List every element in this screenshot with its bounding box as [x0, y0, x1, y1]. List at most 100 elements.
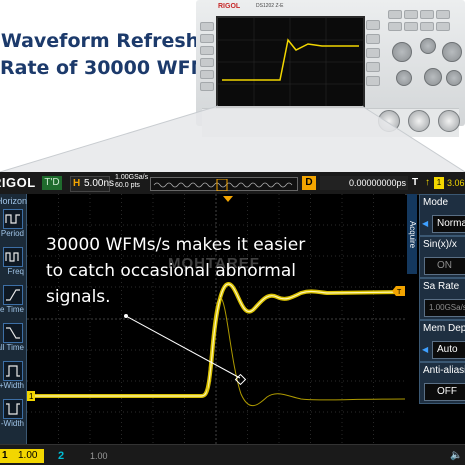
menu-item-value: Auto [432, 341, 465, 359]
speaker-icon[interactable]: 🔈 [450, 450, 462, 461]
measure-item-fall-time[interactable]: Fall Time [0, 320, 26, 358]
ch2-number: 2 [58, 450, 65, 462]
menu-item-anti-aliasing[interactable]: Anti-aliasing OFF [419, 362, 465, 404]
instrument-button [420, 22, 434, 31]
period-icon [3, 209, 23, 229]
status-bar: RIGOL T'D H 5.00ns 1.00GSa/s 60.0 pts D … [0, 172, 465, 195]
measure-item-label: Freq [7, 267, 24, 276]
measure-item-label: +Width [0, 381, 24, 390]
ch1-level-marker-label: 1 [29, 392, 34, 401]
brand-logo: RIGOL [0, 175, 36, 190]
sample-rate: 1.00GSa/s [115, 174, 149, 181]
instrument-knob [396, 70, 412, 86]
measure-item-label: Period [0, 229, 24, 238]
measure-item-label: -Width [0, 419, 24, 428]
measure-item-freq[interactable]: Freq [0, 244, 26, 282]
timebase-value: 5.00ns [84, 178, 115, 189]
trigger-level[interactable]: 3.06 V [447, 176, 465, 190]
measure-item-label: Rise Time [0, 305, 24, 314]
measure-item-positive-width[interactable]: +Width [0, 358, 26, 396]
instrument-button [404, 22, 418, 31]
bnc-connector [438, 110, 460, 132]
negative-width-icon [3, 399, 23, 419]
memory-position-strip[interactable] [150, 177, 298, 192]
acquire-menu-tab[interactable]: Acquire [407, 194, 417, 274]
oscilloscope-screen: RIGOL T'D H 5.00ns 1.00GSa/s 60.0 pts D … [0, 172, 465, 465]
timebase-label: H [73, 178, 81, 189]
menu-item-value: Normal [432, 215, 465, 233]
bnc-connector [408, 110, 430, 132]
delay-label: D [302, 176, 316, 190]
menu-item-label: Mode [423, 197, 449, 208]
feature-caption: 30000 WFMs/s makes it easier to catch oc… [46, 235, 306, 307]
menu-item-memory-depth[interactable]: Mem Depth ◀ Auto [419, 320, 465, 362]
delay-value[interactable]: 0.00000000ps [320, 176, 408, 190]
measure-menu: Horizontal Period Freq Rise Time Fall Ti… [0, 194, 37, 444]
instrument-softkey [200, 22, 214, 31]
ch1-number: 1 [2, 450, 8, 461]
select-arrow-icon: ◀ [422, 219, 429, 228]
menu-item-label: Mem Depth [423, 323, 465, 334]
instrument-knob [446, 70, 462, 86]
instrument-button [420, 10, 434, 19]
menu-item-mode[interactable]: Mode ◀ Normal [419, 194, 465, 236]
menu-item-sample-rate[interactable]: Sa Rate 1.00GSa/s [419, 278, 465, 320]
acquire-menu: Acquire Mode ◀ Normal Sin(x)/x ON Sa Rat… [407, 194, 465, 444]
headline-line-2: Rate of 30000 WFMs/s [0, 57, 240, 79]
instrument-menu-key [366, 20, 380, 30]
trigger-level-marker-label: T [397, 289, 402, 296]
acquire-menu-tab-label: Acquire [408, 220, 418, 249]
ch2-scale: 1.00 V [90, 451, 108, 461]
instrument-knob [420, 38, 436, 54]
fall-time-icon [3, 323, 23, 343]
menu-item-label: Sa Rate [423, 281, 460, 292]
acquisition-info: 1.00GSa/s 60.0 pts [115, 174, 148, 190]
headline-line-1: Waveform Refresh [0, 30, 200, 52]
instrument-button [388, 10, 402, 19]
instrument-button [436, 22, 450, 31]
rise-time-icon [3, 285, 23, 305]
instrument-knob [392, 42, 412, 62]
memory-points: 60.0 pts [115, 182, 140, 189]
instrument-softkey [200, 70, 214, 79]
instrument-menu-key [366, 34, 380, 44]
instrument-softkey [200, 46, 214, 55]
select-arrow-icon: ◀ [422, 345, 429, 354]
channel-bar: 1 1.00 V 2 1.00 V 🔈 [0, 444, 465, 465]
menu-item-value: 1.00GSa/s [424, 299, 465, 317]
oscilloscope-photo: RIGOL DS1202 Z-E [196, 0, 465, 137]
ch1-scale-box[interactable]: 1 1.00 V [0, 449, 44, 465]
run-status-badge[interactable]: T'D [42, 176, 62, 190]
menu-item-label: Anti-aliasing [423, 365, 465, 376]
rising-edge-icon: ↑ [425, 177, 430, 188]
trigger-channel: 1 [434, 177, 444, 189]
instrument-menu-key [366, 48, 380, 58]
memory-waveform-icon [153, 178, 293, 192]
instrument-menu-key [366, 76, 380, 86]
trigger-label: T [412, 177, 419, 188]
instrument-softkey [200, 58, 214, 67]
frequency-icon [3, 247, 23, 267]
menu-item-value: ON [424, 257, 465, 275]
instrument-button [388, 22, 402, 31]
instrument-button [404, 10, 418, 19]
ch1-scale: 1.00 V [18, 450, 38, 465]
menu-item-value: OFF [424, 383, 465, 401]
timebase-box[interactable]: H 5.00ns [70, 176, 114, 192]
positive-width-icon [3, 361, 23, 381]
instrument-knob [442, 42, 462, 62]
ch2-scale-box[interactable]: 2 1.00 V [56, 449, 112, 463]
instrument-button [436, 10, 450, 19]
measure-item-label: Fall Time [0, 343, 24, 352]
menu-item-sinx[interactable]: Sin(x)/x ON [419, 236, 465, 278]
measure-item-negative-width[interactable]: -Width [0, 396, 26, 434]
measure-item-rise-time[interactable]: Rise Time [0, 282, 26, 320]
instrument-softkey [200, 82, 214, 91]
instrument-softkey [200, 34, 214, 43]
bnc-connector [378, 110, 400, 132]
instrument-model: DS1202 Z-E [256, 3, 284, 9]
instrument-brand: RIGOL [218, 3, 241, 10]
measure-item-period[interactable]: Period [0, 206, 26, 244]
instrument-screen [216, 16, 365, 108]
instrument-menu-key [366, 62, 380, 72]
